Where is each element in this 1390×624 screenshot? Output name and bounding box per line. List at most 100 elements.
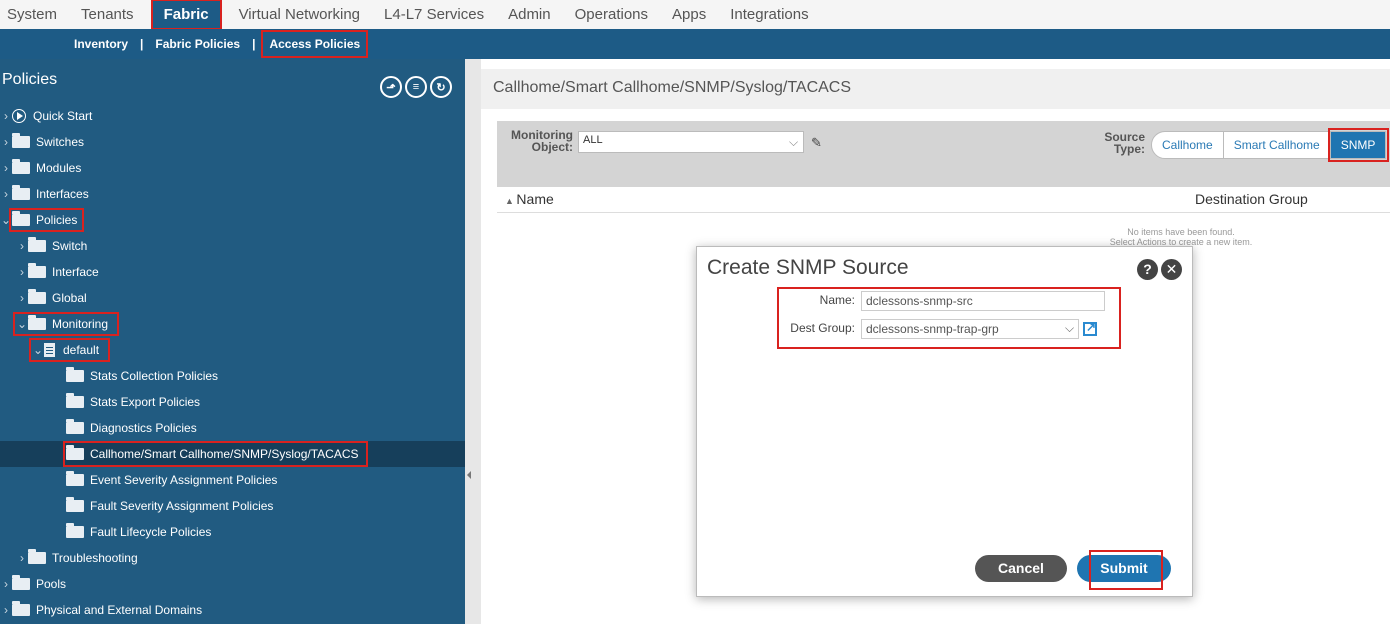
chevron-right-icon[interactable]: › — [0, 109, 12, 123]
chevron-down-icon[interactable]: ⌄ — [16, 317, 28, 331]
chevron-down-icon[interactable]: ⌵ — [789, 135, 798, 150]
table-header: ▲ Name Destination Group — [497, 187, 1390, 213]
dest-group-label: Dest Group: — [790, 321, 855, 335]
chevron-right-icon[interactable]: › — [0, 161, 12, 175]
nav-integrations[interactable]: Integrations — [718, 0, 820, 29]
tree-item-interface[interactable]: › Interface — [0, 259, 465, 285]
nav-system[interactable]: System — [0, 0, 69, 29]
tree-item-event-severity[interactable]: Event Severity Assignment Policies — [0, 467, 465, 493]
tree-label: Event Severity Assignment Policies — [90, 473, 278, 487]
tree-label: Fault Lifecycle Policies — [90, 525, 212, 539]
pin-icon[interactable]: ⬏ — [380, 76, 402, 98]
nav-fabric[interactable]: Fabric — [150, 0, 222, 30]
tree-label: Callhome/Smart Callhome/SNMP/Syslog/TACA… — [90, 447, 359, 461]
tree-label: Monitoring — [52, 317, 109, 331]
tree-label: Pools — [36, 577, 67, 591]
chevron-down-icon[interactable]: ⌵ — [1065, 321, 1074, 336]
chevron-right-icon[interactable]: › — [0, 135, 12, 149]
tree-item-physical-external-domains[interactable]: › Physical and External Domains — [0, 597, 465, 623]
chevron-down-icon[interactable]: ⌄ — [0, 213, 12, 227]
folder-icon — [66, 393, 84, 408]
subnav-inventory[interactable]: Inventory — [70, 37, 132, 51]
cancel-button[interactable]: Cancel — [975, 555, 1067, 582]
tree-item-stats-collection[interactable]: Stats Collection Policies — [0, 363, 465, 389]
nav-l4-l7-services[interactable]: L4-L7 Services — [372, 0, 496, 29]
folder-icon — [66, 523, 84, 538]
nav-apps[interactable]: Apps — [660, 0, 718, 29]
source-type-selector: Callhome Smart Callhome SNMP — [1151, 128, 1390, 162]
column-header-name[interactable]: ▲ Name — [505, 191, 554, 207]
tree-item-global[interactable]: › Global — [0, 285, 465, 311]
tree-label: Fault Severity Assignment Policies — [90, 499, 274, 513]
pencil-icon[interactable]: ✎ — [811, 135, 822, 151]
top-navigation: System Tenants Fabric Virtual Networking… — [0, 0, 1390, 30]
dest-group-select[interactable]: dclessons-snmp-trap-grp — [861, 319, 1079, 339]
tree-label: Stats Export Policies — [90, 395, 201, 409]
nav-virtual-networking[interactable]: Virtual Networking — [227, 0, 372, 29]
subnav-separator: | — [252, 37, 256, 51]
tree-item-fault-severity[interactable]: Fault Severity Assignment Policies — [0, 493, 465, 519]
folder-icon — [12, 133, 30, 148]
list-icon[interactable]: ≡ — [405, 76, 427, 98]
folder-icon — [28, 237, 46, 252]
source-type-label: Source Type: — [1085, 131, 1145, 155]
subnav-access-policies[interactable]: Access Policies — [261, 30, 369, 58]
source-type-snmp[interactable]: SNMP — [1327, 128, 1390, 162]
tree-item-troubleshooting[interactable]: › Troubleshooting — [0, 545, 465, 571]
name-label: Name: — [819, 293, 855, 307]
sort-asc-icon: ▲ — [505, 196, 517, 206]
nav-admin[interactable]: Admin — [496, 0, 563, 29]
chevron-right-icon[interactable]: › — [0, 577, 12, 591]
tree-item-default[interactable]: ⌄ default — [0, 337, 465, 363]
tree-label: Interfaces — [36, 187, 89, 201]
callhome-highlight: Callhome/Smart Callhome/SNMP/Syslog/TACA… — [63, 441, 368, 467]
monitoring-highlight: ⌄ Monitoring — [12, 312, 120, 336]
folder-icon — [28, 263, 46, 278]
help-icon[interactable]: ? — [1137, 259, 1158, 280]
dialog-title: Create SNMP Source — [707, 256, 909, 279]
tree-item-modules[interactable]: › Modules — [0, 155, 465, 181]
document-icon — [44, 343, 55, 357]
folder-icon — [12, 575, 30, 590]
column-header-destination-group[interactable]: Destination Group — [1195, 191, 1308, 207]
tree-item-pools[interactable]: › Pools — [0, 571, 465, 597]
monitoring-object-select[interactable]: ALL — [578, 131, 804, 153]
refresh-icon[interactable]: ↻ — [430, 76, 452, 98]
collapse-arrow-icon[interactable] — [467, 471, 471, 479]
chevron-right-icon[interactable]: › — [16, 239, 28, 253]
tree-item-switch[interactable]: › Switch — [0, 233, 465, 259]
nav-tenants[interactable]: Tenants — [69, 0, 146, 29]
name-input[interactable]: dclessons-snmp-src — [861, 291, 1105, 311]
tree-item-callhome-snmp-syslog[interactable]: Callhome/Smart Callhome/SNMP/Syslog/TACA… — [0, 441, 465, 467]
chevron-right-icon[interactable]: › — [16, 291, 28, 305]
page-title: Callhome/Smart Callhome/SNMP/Syslog/TACA… — [493, 79, 852, 96]
panel-splitter[interactable] — [465, 59, 481, 624]
folder-icon — [12, 211, 30, 226]
source-type-smart-callhome[interactable]: Smart Callhome — [1223, 131, 1331, 159]
chevron-right-icon[interactable]: › — [16, 551, 28, 565]
chevron-right-icon[interactable]: › — [16, 265, 28, 279]
chevron-right-icon[interactable]: › — [0, 187, 12, 201]
nav-operations[interactable]: Operations — [563, 0, 660, 29]
tree-item-quick-start[interactable]: › Quick Start — [0, 103, 465, 129]
source-type-callhome[interactable]: Callhome — [1151, 131, 1224, 159]
close-icon[interactable]: ✕ — [1161, 259, 1182, 280]
tree-item-fault-lifecycle[interactable]: Fault Lifecycle Policies — [0, 519, 465, 545]
tree-item-switches[interactable]: › Switches — [0, 129, 465, 155]
chevron-right-icon[interactable]: › — [0, 603, 12, 617]
folder-icon — [66, 445, 84, 460]
empty-state: No items have been found. Select Actions… — [1081, 227, 1281, 247]
folder-icon — [66, 419, 84, 434]
default-highlight: ⌄ default — [28, 338, 111, 362]
play-icon — [12, 109, 26, 123]
tree-item-interfaces[interactable]: › Interfaces — [0, 181, 465, 207]
tree-item-policies[interactable]: ⌄ Policies — [0, 207, 465, 233]
subnav-fabric-policies[interactable]: Fabric Policies — [151, 37, 244, 51]
tree-label: Quick Start — [33, 109, 93, 123]
folder-icon — [28, 549, 46, 564]
tree-item-stats-export[interactable]: Stats Export Policies — [0, 389, 465, 415]
open-external-icon[interactable] — [1083, 320, 1097, 336]
tree-item-diagnostics[interactable]: Diagnostics Policies — [0, 415, 465, 441]
tree-item-monitoring[interactable]: ⌄ Monitoring — [0, 311, 465, 337]
chevron-down-icon[interactable]: ⌄ — [32, 343, 44, 357]
